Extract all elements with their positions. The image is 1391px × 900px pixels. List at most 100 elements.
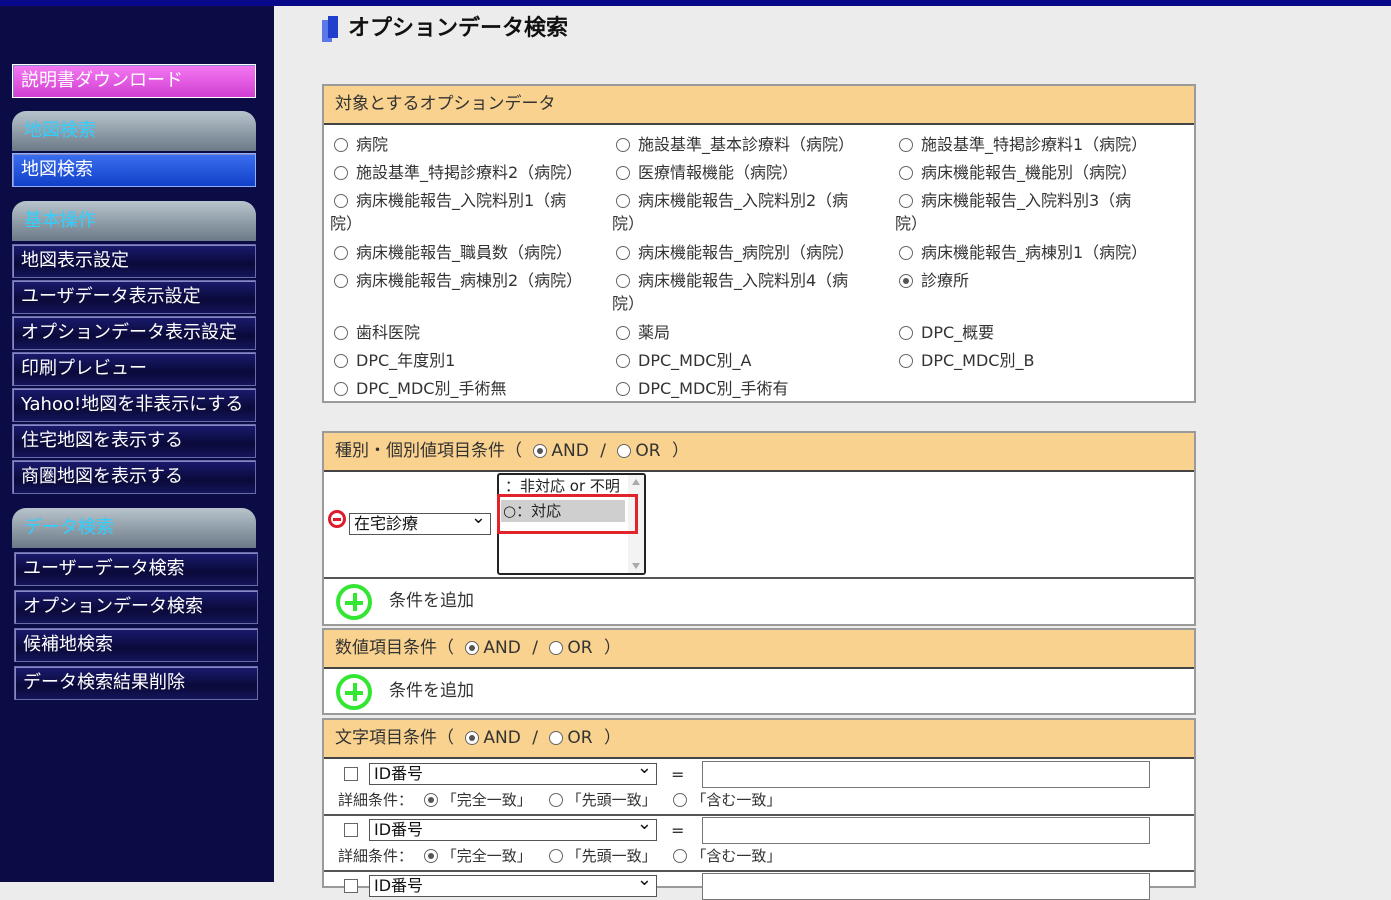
text-row-checkbox[interactable] [344,767,358,781]
target-option-radio[interactable] [334,274,348,288]
target-option-label: 病院 [356,135,389,154]
text-field-select[interactable]: ID番号 [369,758,657,785]
target-option[interactable]: DPC_年度別1 [330,349,588,372]
target-option[interactable]: 病床機能報告_病院別（病院） [612,241,870,264]
target-option[interactable]: DPC_MDC別_A [612,349,870,372]
text-or-radio[interactable] [549,731,564,745]
text-and-radio[interactable] [465,731,480,745]
target-option-label: 病床機能報告_病棟別2（病院） [356,271,583,290]
target-option-radio[interactable] [334,166,348,180]
target-option-label: DPC_概要 [921,323,995,342]
listbox-item[interactable]: ：非対応 or 不明 [505,476,620,496]
match-exact-radio[interactable] [423,849,438,863]
sidebar-item-option-data-search[interactable]: オプションデータ検索 [14,590,258,624]
numeric-or-radio[interactable] [549,641,564,655]
sidebar-item-show-trade-area-map[interactable]: 商圏地図を表示する [12,460,256,494]
target-option[interactable]: DPC_MDC別_手術無 [330,377,588,400]
text-value-input[interactable] [702,761,1150,788]
target-option-radio[interactable] [899,274,913,288]
target-option-radio[interactable] [899,246,913,260]
target-option-radio[interactable] [616,246,630,260]
category-and-radio[interactable] [533,444,548,458]
remove-condition-minus-circle-icon[interactable] [328,510,346,528]
match-contains-radio[interactable] [673,793,688,807]
target-option-radio[interactable] [334,382,348,396]
text-row-checkbox[interactable] [344,879,358,893]
match-prefix-radio[interactable] [548,793,563,807]
scroll-down-icon[interactable] [632,563,640,569]
detail-label: 詳細条件： [338,791,414,809]
target-option-radio[interactable] [334,326,348,340]
sidebar-item-user-data-display-settings[interactable]: ユーザデータ表示設定 [12,280,256,314]
text-value-input[interactable] [702,873,1150,900]
target-option[interactable]: 病床機能報告_入院料別3（病院） [895,189,1153,235]
category-or-radio[interactable] [617,444,632,458]
target-option[interactable]: 診療所 [895,269,1153,292]
match-exact-radio[interactable] [423,793,438,807]
sidebar-item-user-data-search[interactable]: ユーザーデータ検索 [14,552,258,586]
target-option-radio[interactable] [334,246,348,260]
category-field-select[interactable]: 在宅診療 [349,508,491,535]
target-option-radio[interactable] [616,194,630,208]
target-option-radio[interactable] [899,354,913,368]
target-option-radio[interactable] [616,274,630,288]
target-option-radio[interactable] [899,166,913,180]
target-option-radio[interactable] [334,194,348,208]
target-option[interactable]: 病院 [330,133,588,156]
target-option[interactable]: 病床機能報告_機能別（病院） [895,161,1153,184]
target-option-label: 病床機能報告_機能別（病院） [921,163,1138,182]
target-panel-header: 対象とするオプションデータ [324,86,1194,125]
sidebar-item-delete-search-results[interactable]: データ検索結果削除 [14,666,258,700]
target-option[interactable]: 病床機能報告_職員数（病院） [330,241,588,264]
add-condition-plus-circle-icon[interactable] [336,584,372,620]
target-option-radio[interactable] [616,166,630,180]
target-option[interactable]: 病床機能報告_入院料別4（病院） [612,269,870,315]
target-option[interactable]: 病床機能報告_病棟別1（病院） [895,241,1153,264]
target-option-radio[interactable] [616,138,630,152]
target-option[interactable]: 医療情報機能（病院） [612,161,870,184]
target-option[interactable]: 施設基準_基本診療料（病院） [612,133,870,156]
match-prefix-radio[interactable] [548,849,563,863]
sidebar-item-print-preview[interactable]: 印刷プレビュー [12,352,256,386]
scroll-up-icon[interactable] [632,479,640,485]
target-option[interactable]: 薬局 [612,321,870,344]
sidebar-item-show-housing-map[interactable]: 住宅地図を表示する [12,424,256,458]
target-option-data-panel: 対象とするオプションデータ 病院 施設基準_基本診療料（病院） 施設基準_特掲診療料… [322,84,1196,403]
target-option[interactable]: 病床機能報告_入院料別1（病院） [330,189,588,235]
sidebar-item-candidate-search[interactable]: 候補地検索 [14,628,258,662]
equals-sign: = [671,821,685,840]
numeric-and-radio[interactable] [465,641,480,655]
sidebar-item-map-search[interactable]: 地図検索 [12,153,256,187]
target-option-radio[interactable] [899,194,913,208]
manual-download-button[interactable]: 説明書ダウンロード [12,64,256,98]
target-option[interactable]: DPC_概要 [895,321,1153,344]
target-option[interactable]: 歯科医院 [330,321,588,344]
target-option-radio[interactable] [334,138,348,152]
target-option-radio[interactable] [616,326,630,340]
category-condition-panel: 種別・個別値項目条件（ AND / OR ） 在宅診療 ：非対応 or 不明 ○… [322,431,1196,626]
target-option[interactable]: 病床機能報告_入院料別2（病院） [612,189,870,235]
add-numeric-plus-circle-icon[interactable] [336,674,372,710]
text-row-divider [324,814,1194,816]
target-option[interactable]: 施設基準_特掲診療料1（病院） [895,133,1153,156]
target-option[interactable]: 施設基準_特掲診療料2（病院） [330,161,588,184]
target-option-radio[interactable] [899,138,913,152]
sidebar-item-map-display-settings[interactable]: 地図表示設定 [12,244,256,278]
target-option-radio[interactable] [616,382,630,396]
sidebar-item-hide-yahoo-map[interactable]: Yahoo!地図を非表示にする [12,388,256,422]
target-option-radio[interactable] [334,354,348,368]
text-field-select[interactable]: ID番号 [369,870,657,897]
target-option[interactable]: DPC_MDC別_手術有 [612,377,870,400]
text-field-select[interactable]: ID番号 [369,814,657,841]
add-numeric-condition-label[interactable]: 条件を追加 [389,680,474,703]
match-contains-radio[interactable] [673,849,688,863]
target-option[interactable]: DPC_MDC別_B [895,349,1153,372]
sidebar-item-option-data-display-settings[interactable]: オプションデータ表示設定 [12,316,256,350]
target-option-radio[interactable] [899,326,913,340]
text-value-input[interactable] [702,817,1150,844]
target-option[interactable]: 病床機能報告_病棟別2（病院） [330,269,588,292]
match-prefix-label: 「先頭一致」 [566,791,657,809]
add-category-condition-label[interactable]: 条件を追加 [389,590,474,613]
target-option-radio[interactable] [616,354,630,368]
text-row-checkbox[interactable] [344,823,358,837]
